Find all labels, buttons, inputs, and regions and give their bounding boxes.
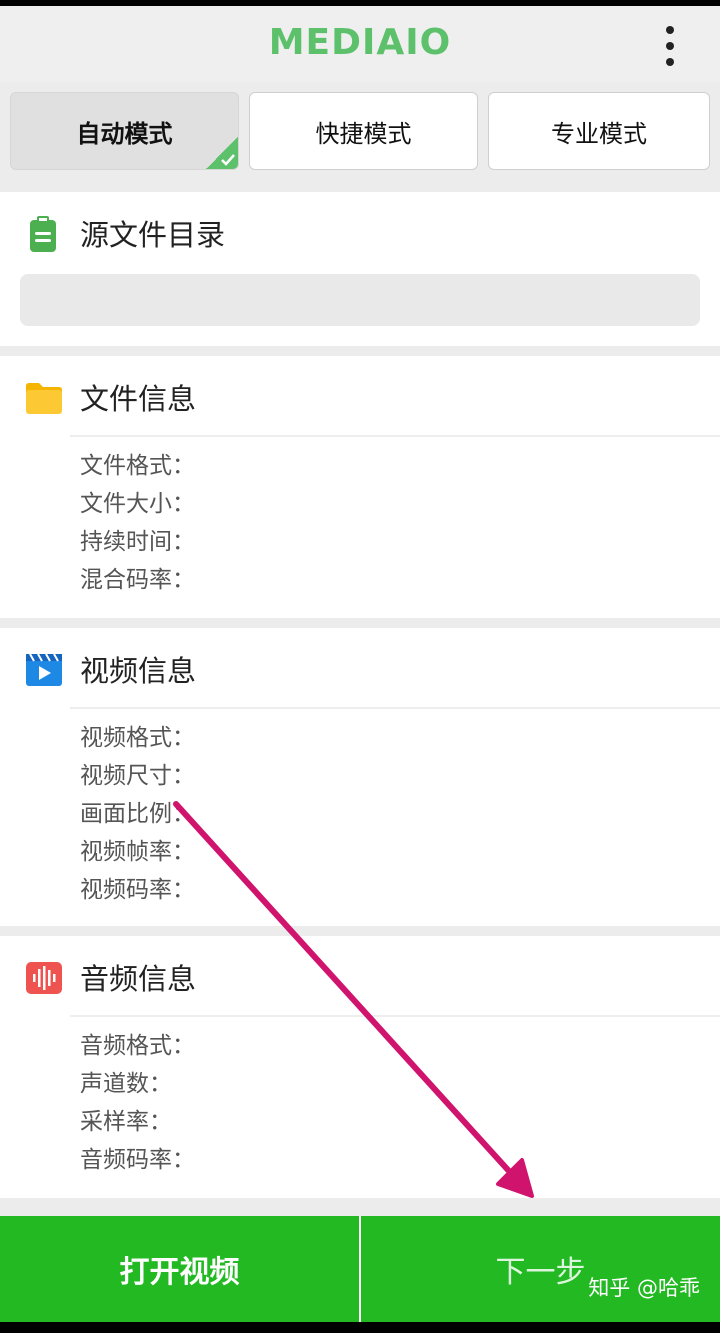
app-window: MEDIAIO 自动模式 快捷模式 专业模式 源文件目录 文件信息 文件格式： … <box>0 6 720 1322</box>
tab-pro-mode[interactable]: 专业模式 <box>488 92 710 170</box>
tab-label: 自动模式 <box>76 119 173 148</box>
info-rows: 文件格式： 文件大小： 持续时间： 混合码率： <box>80 447 195 599</box>
source-section: 源文件目录 <box>0 192 720 346</box>
info-label: 混合码率： <box>80 567 195 593</box>
info-label: 文件格式： <box>80 453 195 479</box>
section-header: 文件信息 <box>0 356 720 436</box>
info-label: 采样率： <box>80 1109 172 1135</box>
info-label: 画面比例： <box>80 801 195 827</box>
tab-auto-mode[interactable]: 自动模式 <box>10 92 239 170</box>
info-label: 持续时间： <box>80 529 195 555</box>
more-vert-icon[interactable] <box>660 26 680 66</box>
folder-icon <box>24 378 64 418</box>
divider <box>70 1015 720 1017</box>
video-info-section: 视频信息 视频格式： 视频尺寸： 画面比例： 视频帧率： 视频码率： <box>0 628 720 926</box>
file-info-section: 文件信息 文件格式： 文件大小： 持续时间： 混合码率： <box>0 356 720 618</box>
mode-tabs: 自动模式 快捷模式 专业模式 <box>0 92 720 180</box>
info-label: 文件大小： <box>80 491 195 517</box>
watermark: 知乎 @哈乖 <box>588 1276 700 1300</box>
tab-label: 快捷模式 <box>315 119 412 148</box>
info-label: 视频码率： <box>80 877 195 903</box>
info-label: 音频格式： <box>80 1033 195 1059</box>
section-title: 视频信息 <box>80 654 197 688</box>
section-header: 音频信息 <box>0 936 720 1016</box>
tab-label: 专业模式 <box>551 119 647 148</box>
source-path-field[interactable] <box>20 274 700 326</box>
info-rows: 视频格式： 视频尺寸： 画面比例： 视频帧率： 视频码率： <box>80 719 195 909</box>
next-step-button[interactable]: 下一步 <box>361 1216 720 1322</box>
check-icon <box>206 137 238 169</box>
audio-info-section: 音频信息 音频格式： 声道数： 采样率： 音频码率： <box>0 936 720 1198</box>
info-label: 视频格式： <box>80 725 195 751</box>
section-header: 视频信息 <box>0 628 720 708</box>
top-bar: MEDIAIO <box>0 6 720 82</box>
app-logo: MEDIAIO <box>268 22 452 63</box>
section-title: 文件信息 <box>80 382 197 416</box>
video-play-icon <box>24 650 64 690</box>
info-rows: 音频格式： 声道数： 采样率： 音频码率： <box>80 1027 195 1179</box>
section-header: 源文件目录 <box>0 192 720 272</box>
info-label: 声道数： <box>80 1071 172 1097</box>
divider <box>70 707 720 709</box>
info-label: 视频尺寸： <box>80 763 195 789</box>
info-label: 视频帧率： <box>80 839 195 865</box>
section-title: 音频信息 <box>80 962 197 996</box>
section-title: 源文件目录 <box>80 218 226 252</box>
info-label: 音频码率： <box>80 1147 195 1173</box>
bottom-action-bar: 打开视频 下一步 知乎 @哈乖 <box>0 1216 720 1322</box>
tab-quick-mode[interactable]: 快捷模式 <box>249 92 478 170</box>
divider <box>70 435 720 437</box>
open-video-button[interactable]: 打开视频 <box>0 1216 361 1322</box>
clipboard-icon <box>24 214 64 254</box>
audio-wave-icon <box>24 958 64 998</box>
